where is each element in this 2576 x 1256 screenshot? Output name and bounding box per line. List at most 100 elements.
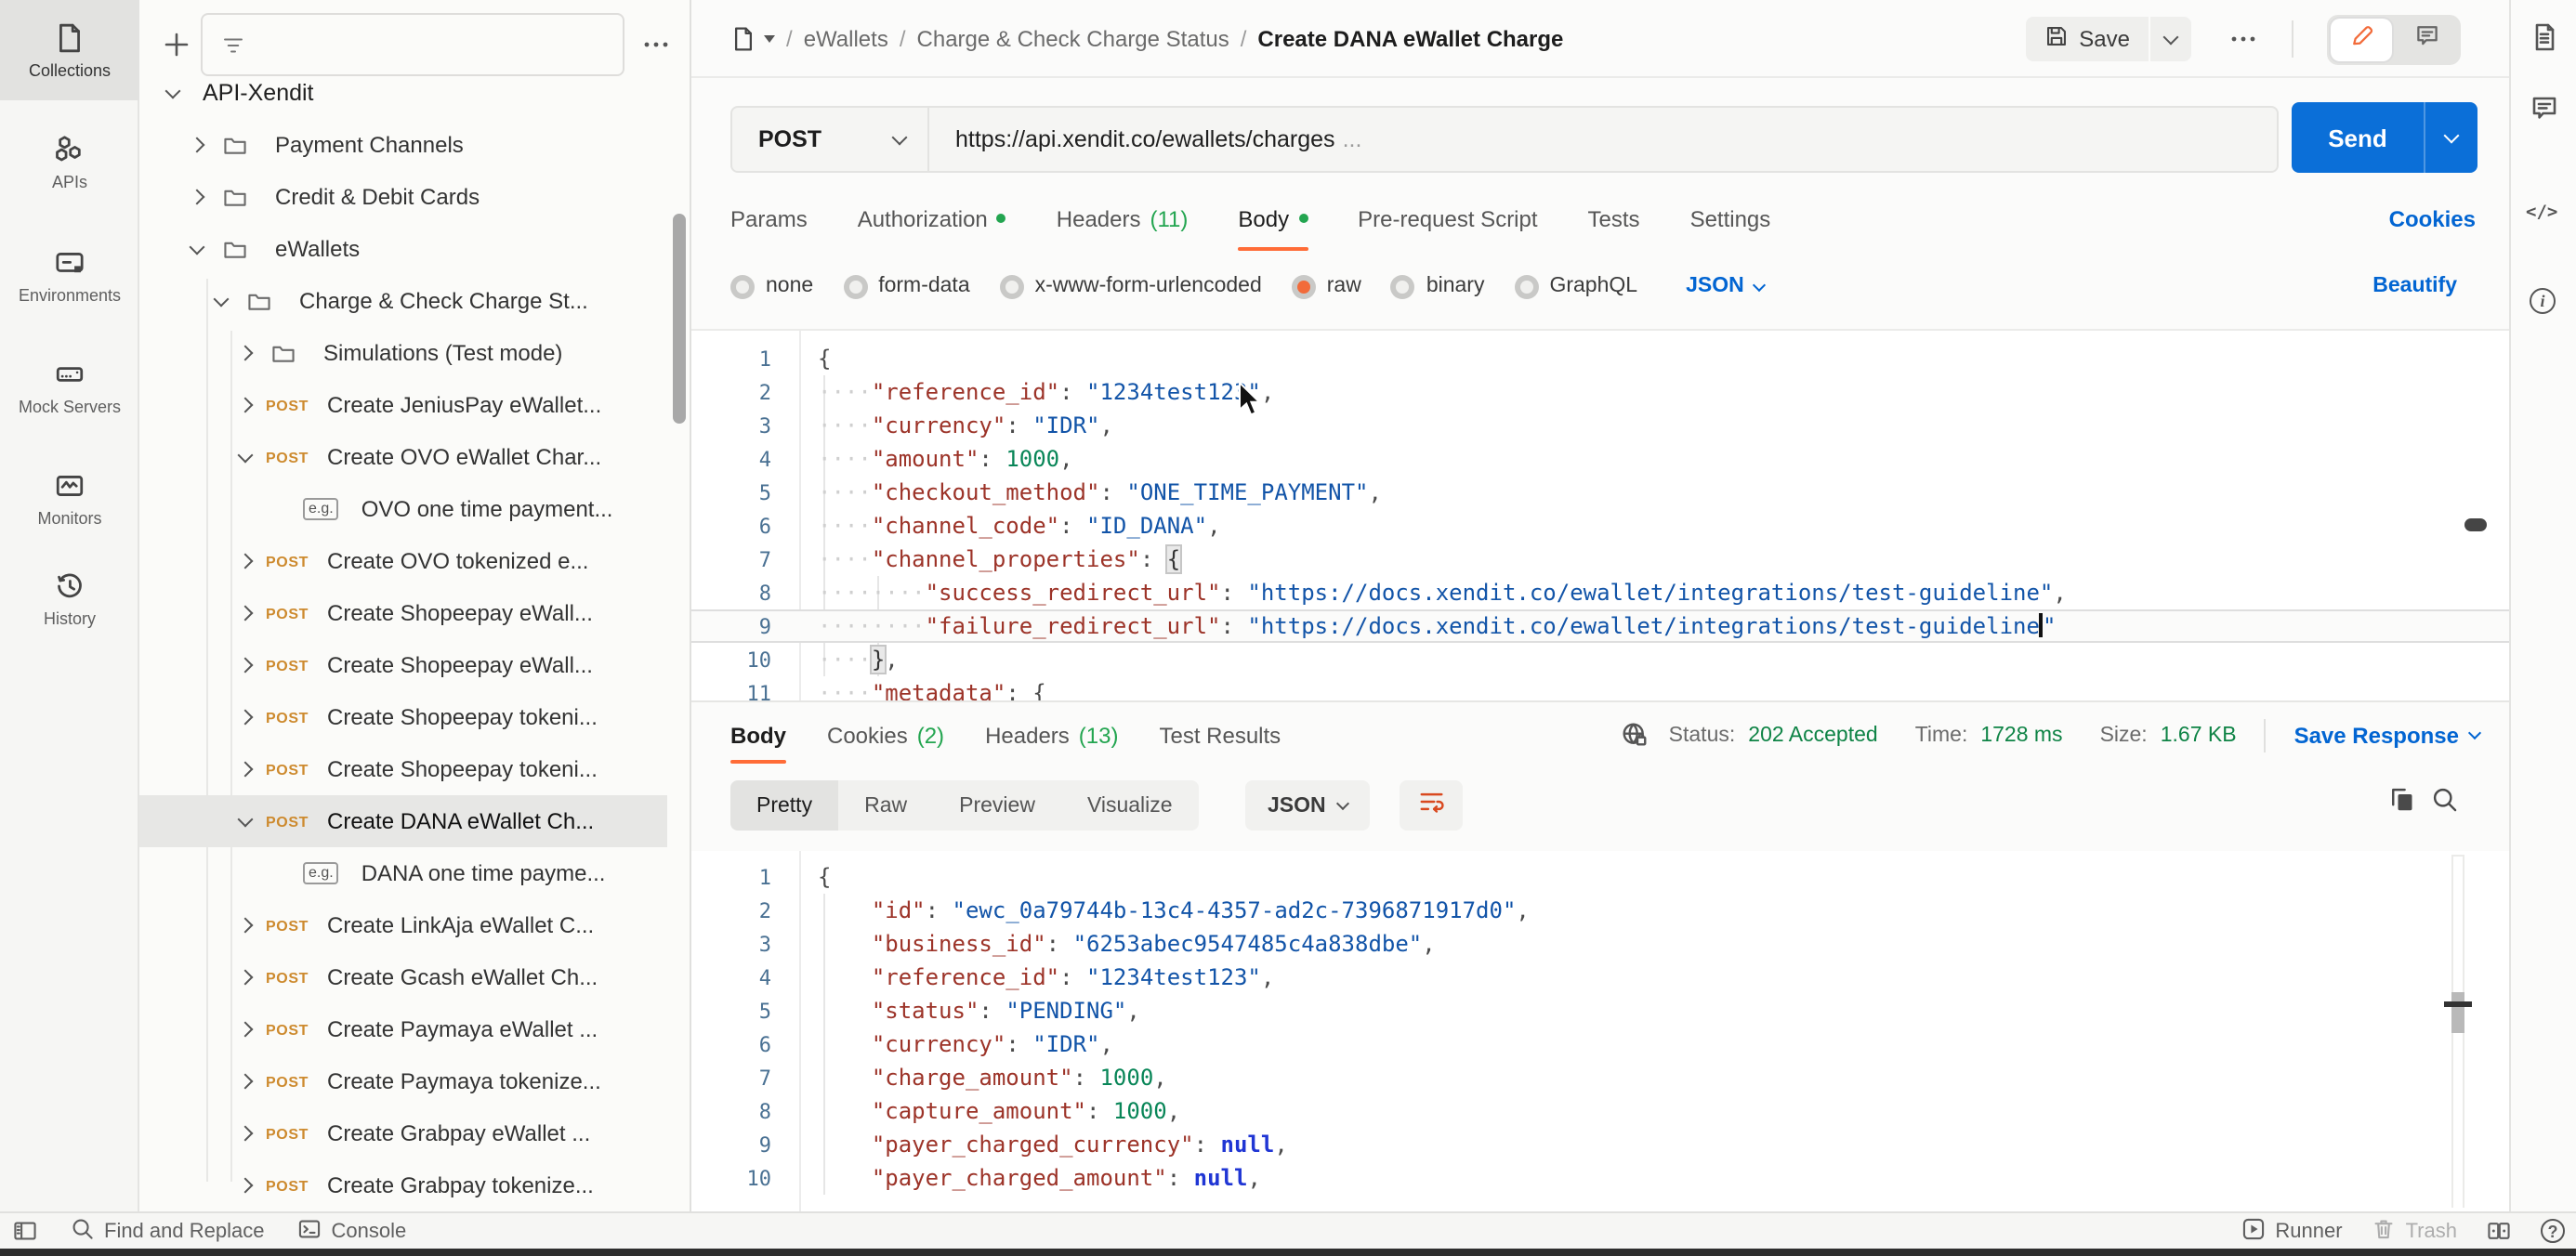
chevron-right-icon[interactable] <box>182 191 212 203</box>
tree-row[interactable]: POSTCreate Gcash eWallet Ch... <box>139 951 667 1003</box>
chevron-right-icon[interactable] <box>230 712 260 723</box>
tree-row[interactable]: Credit & Debit Cards <box>139 171 667 223</box>
tree-row[interactable]: e.g.DANA one time payme... <box>139 847 667 899</box>
wrap-lines-button[interactable] <box>1400 780 1463 831</box>
tree-row[interactable]: POSTCreate OVO eWallet Char... <box>139 431 667 483</box>
tree-row[interactable]: Charge & Check Charge St... <box>139 275 667 327</box>
save-response-button[interactable]: Save Response <box>2294 722 2479 748</box>
view-mode-preview[interactable]: Preview <box>933 780 1061 831</box>
rail-item-apis[interactable]: APIs <box>0 111 139 212</box>
tree-row[interactable]: POSTCreate Paymaya eWallet ... <box>139 1003 667 1055</box>
chevron-down-icon[interactable] <box>764 35 775 43</box>
rail-item-monitors[interactable]: Monitors <box>0 448 139 548</box>
url-input[interactable]: https://api.xendit.co/ewallets/charges..… <box>929 126 1361 152</box>
info-icon[interactable]: i <box>2530 288 2559 318</box>
tree-row[interactable]: Payment Channels <box>139 119 667 171</box>
cookies-link[interactable]: Cookies <box>2389 186 2476 251</box>
documentation-icon[interactable] <box>2530 22 2559 52</box>
tab-body[interactable]: Body <box>1238 186 1308 251</box>
raw-language-select[interactable]: JSON <box>1686 275 1765 297</box>
tree-row[interactable]: Simulations (Test mode) <box>139 327 667 379</box>
chevron-right-icon[interactable] <box>230 764 260 775</box>
response-scrollbar-thumb[interactable] <box>2451 992 2464 1033</box>
chevron-down-icon[interactable] <box>230 818 260 824</box>
chevron-right-icon[interactable] <box>230 608 260 619</box>
response-tab-body[interactable]: Body <box>730 702 786 767</box>
tree-row[interactable]: POSTCreate DANA eWallet Ch... <box>139 795 667 847</box>
help-icon[interactable]: ? <box>2541 1219 2565 1243</box>
chevron-down-icon[interactable] <box>230 454 260 460</box>
tree-row[interactable]: POSTCreate Shopeepay eWall... <box>139 587 667 639</box>
tree-row[interactable]: POSTCreate Grabpay eWallet ... <box>139 1107 667 1159</box>
tab-headers[interactable]: Headers(11) <box>1057 186 1189 251</box>
tree-row[interactable]: POSTCreate Grabpay tokenize... <box>139 1159 667 1211</box>
chevron-down-icon[interactable] <box>206 298 236 304</box>
rail-item-mock-servers[interactable]: Mock Servers <box>0 336 139 437</box>
tree-row[interactable]: e.g.OVO one time payment... <box>139 483 667 535</box>
tree-row[interactable]: eWallets <box>139 223 667 275</box>
breadcrumb-segment[interactable]: Charge & Check Charge Status <box>917 26 1229 52</box>
trash-button[interactable]: Trash <box>2372 1216 2457 1246</box>
request-editor-scrollbar[interactable] <box>2464 518 2487 531</box>
tree-row[interactable]: POSTCreate JeniusPay eWallet... <box>139 379 667 431</box>
view-mode-pretty[interactable]: Pretty <box>730 780 838 831</box>
body-type-x-www-form-urlencoded[interactable]: x-www-form-urlencoded <box>1000 274 1262 298</box>
comment-mode-button[interactable] <box>2396 18 2457 60</box>
tree-row[interactable]: POSTCreate Shopeepay tokeni... <box>139 691 667 743</box>
copy-icon[interactable] <box>2388 786 2416 814</box>
tab-params[interactable]: Params <box>730 186 808 251</box>
tree-row[interactable]: POSTCreate OVO tokenized e... <box>139 535 667 587</box>
rail-item-environments[interactable]: Environments <box>0 225 139 325</box>
body-type-form-data[interactable]: form-data <box>843 274 969 298</box>
network-globe-icon[interactable] <box>1621 721 1649 749</box>
save-button[interactable]: Save <box>2025 17 2149 61</box>
body-type-none[interactable]: none <box>730 274 813 298</box>
tree-row[interactable]: POSTCreate Paymaya tokenize... <box>139 1055 667 1107</box>
view-mode-visualize[interactable]: Visualize <box>1061 780 1199 831</box>
tab-authorization[interactable]: Authorization <box>858 186 1006 251</box>
response-tab-headers[interactable]: Headers(13) <box>985 702 1118 767</box>
tab-settings[interactable]: Settings <box>1690 186 1771 251</box>
send-button[interactable]: Send <box>2292 102 2477 173</box>
comments-icon[interactable] <box>2530 93 2559 123</box>
body-type-GraphQL[interactable]: GraphQL <box>1514 274 1637 298</box>
tree-row[interactable]: POSTCreate Shopeepay tokeni... <box>139 743 667 795</box>
view-mode-raw[interactable]: Raw <box>838 780 933 831</box>
rail-item-history[interactable]: History <box>0 548 139 648</box>
body-type-binary[interactable]: binary <box>1391 274 1485 298</box>
more-actions-icon[interactable] <box>641 30 671 59</box>
chevron-right-icon[interactable] <box>230 660 260 671</box>
send-dropdown-button[interactable] <box>2425 135 2477 140</box>
tree-row[interactable]: POSTCreate Shopeepay eWall... <box>139 639 667 691</box>
chevron-down-icon[interactable] <box>182 246 212 252</box>
chevron-right-icon[interactable] <box>230 1024 260 1035</box>
chevron-right-icon[interactable] <box>230 556 260 567</box>
breadcrumb-segment[interactable]: eWallets <box>804 26 888 52</box>
tree-row[interactable]: POSTCreate LinkAja eWallet C... <box>139 899 667 951</box>
response-scrollbar-handle[interactable] <box>2444 1001 2472 1007</box>
chevron-right-icon[interactable] <box>182 139 212 150</box>
add-icon[interactable] <box>162 30 191 59</box>
response-tab-cookies[interactable]: Cookies(2) <box>827 702 944 767</box>
request-body-editor[interactable]: 1{2····"reference_id": "1234test123",3··… <box>691 329 2509 700</box>
edit-mode-button[interactable] <box>2331 18 2392 60</box>
chevron-down-icon[interactable] <box>158 90 188 96</box>
find-and-replace-button[interactable]: Find and Replace <box>71 1216 264 1246</box>
sidebar-toggle-icon[interactable] <box>13 1219 37 1243</box>
search-icon[interactable] <box>2431 786 2459 814</box>
chevron-right-icon[interactable] <box>230 399 260 411</box>
save-dropdown-button[interactable] <box>2150 17 2191 61</box>
more-options-icon[interactable] <box>2228 24 2258 54</box>
tree-row[interactable]: API-Xendit <box>139 67 667 119</box>
body-type-raw[interactable]: raw <box>1292 274 1361 298</box>
console-button[interactable]: Console <box>297 1216 406 1246</box>
response-language-select[interactable]: JSON <box>1245 780 1371 831</box>
tab-tests[interactable]: Tests <box>1588 186 1640 251</box>
chevron-right-icon[interactable] <box>230 1180 260 1191</box>
response-body-editor[interactable]: 1{2 "id": "ewc_0a79744b-13c4-4357-ad2c-7… <box>691 851 2509 1211</box>
runner-button[interactable]: Runner <box>2241 1216 2342 1246</box>
tree-scrollbar[interactable] <box>673 214 686 424</box>
chevron-right-icon[interactable] <box>230 972 260 983</box>
chevron-right-icon[interactable] <box>230 347 260 359</box>
chevron-right-icon[interactable] <box>230 920 260 931</box>
